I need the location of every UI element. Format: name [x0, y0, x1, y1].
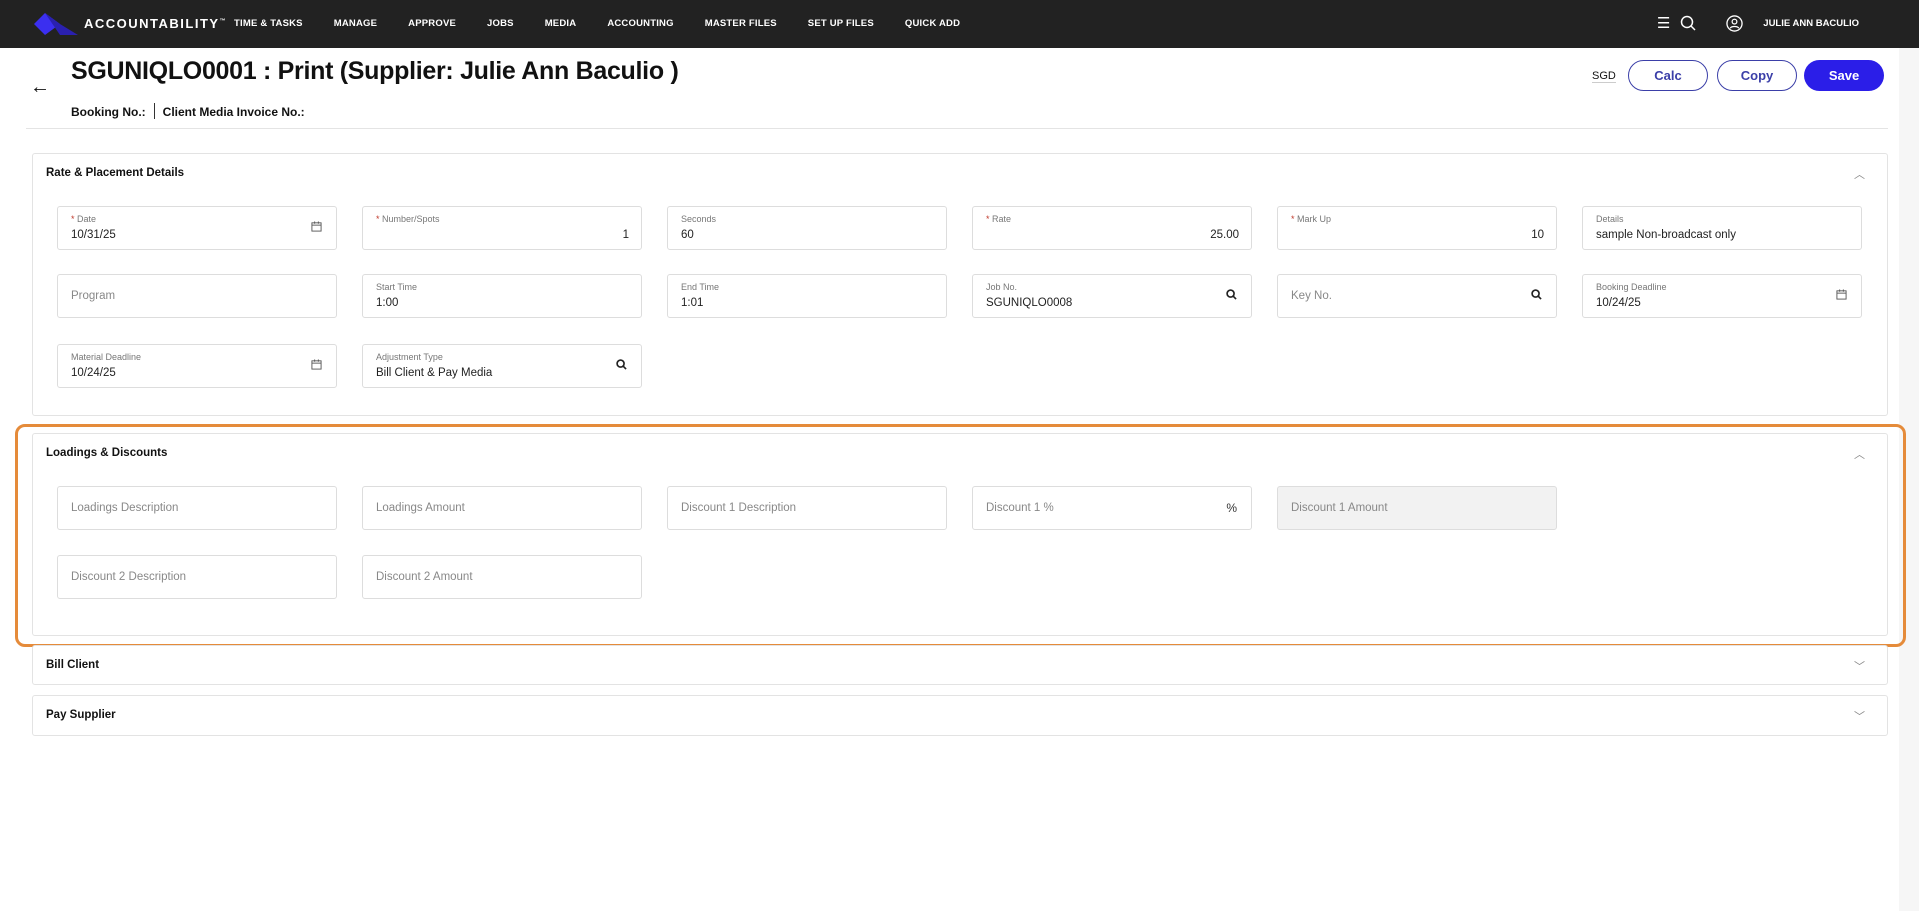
user-avatar-icon[interactable]	[1726, 14, 1743, 32]
calendar-icon[interactable]	[311, 221, 322, 235]
field-label: Material Deadline	[71, 352, 142, 362]
discount-2-description-field[interactable]: Discount 2 Description	[57, 555, 337, 599]
field-label: * Rate	[986, 214, 1012, 224]
number-spots-field[interactable]: * Number/Spots 1	[362, 206, 642, 250]
pay-supplier-section[interactable]: Pay Supplier ﹀	[32, 695, 1888, 736]
currency-label: SGD	[1592, 70, 1616, 83]
field-placeholder: Discount 1 Amount	[1291, 502, 1388, 514]
start-time-field[interactable]: Start Time 1:00	[362, 274, 642, 318]
discount-2-amount-field[interactable]: Discount 2 Amount	[362, 555, 642, 599]
back-arrow-icon[interactable]: ←	[30, 76, 50, 99]
divider	[153, 103, 155, 119]
adjustment-type-field[interactable]: Adjustment Type Bill Client & Pay Media	[362, 344, 642, 388]
highlight-outline	[15, 424, 1906, 647]
field-value: 10/31/25	[71, 229, 116, 241]
field-value: SGUNIQLO0008	[986, 297, 1073, 309]
seconds-field[interactable]: Seconds 60	[667, 206, 947, 250]
field-label: Seconds	[681, 214, 717, 224]
menu-item[interactable]: JOBS	[487, 18, 514, 29]
search-icon[interactable]	[1226, 289, 1237, 303]
brand-name[interactable]: ACCOUNTABILITY™	[84, 16, 227, 31]
menu-item[interactable]: ACCOUNTING	[607, 18, 673, 29]
page-title: SGUNIQLO0001 : Print (Supplier: Julie An…	[71, 57, 679, 85]
menu-item[interactable]: APPROVE	[408, 18, 456, 29]
field-label: Job No.	[986, 282, 1018, 292]
search-icon[interactable]	[616, 359, 627, 373]
details-field[interactable]: Details sample Non-broadcast only	[1582, 206, 1862, 250]
field-value: sample Non-broadcast only	[1596, 229, 1736, 241]
menu-item[interactable]: MANAGE	[334, 18, 377, 29]
chevron-down-icon[interactable]: ﹀	[1854, 708, 1865, 724]
section-title: Bill Client	[46, 659, 100, 671]
field-label: * Date	[71, 214, 97, 224]
field-placeholder: Discount 2 Description	[71, 571, 187, 583]
loadings-description-field[interactable]: Loadings Description	[57, 486, 337, 530]
discount-1-field[interactable]: Discount 1 %%	[972, 486, 1252, 530]
booking-deadline-field[interactable]: Booking Deadline 10/24/25	[1582, 274, 1862, 318]
section-title: Pay Supplier	[46, 709, 116, 721]
field-value: 10/24/25	[1596, 297, 1641, 309]
user-name[interactable]: JULIE ANN BACULIO	[1763, 18, 1859, 29]
material-deadline-field[interactable]: Material Deadline 10/24/25	[57, 344, 337, 388]
field-label: Details	[1596, 214, 1624, 224]
filter-settings-icon[interactable]: ☰	[1657, 14, 1670, 32]
main-menu: TIME & TASKS MANAGE APPROVE JOBS MEDIA ACCOUN…	[234, 18, 991, 29]
field-value: 10/24/25	[71, 367, 116, 379]
end-time-field[interactable]: End Time 1:01	[667, 274, 947, 318]
save-button[interactable]: Save	[1804, 60, 1884, 91]
menu-item[interactable]: MASTER FILES	[705, 18, 777, 29]
chevron-up-icon[interactable]: ︿	[1854, 166, 1865, 182]
key-no-field[interactable]: Key No.	[1277, 274, 1557, 318]
logo-icon[interactable]	[34, 13, 78, 35]
menu-item[interactable]: TIME & TASKS	[234, 18, 303, 29]
field-placeholder: Loadings Amount	[376, 502, 465, 514]
calendar-icon[interactable]	[1836, 289, 1847, 303]
discount-1-description-field[interactable]: Discount 1 Description	[667, 486, 947, 530]
calc-button[interactable]: Calc	[1628, 60, 1708, 91]
field-value: 1:00	[376, 297, 399, 309]
loadings-amount-field[interactable]: Loadings Amount	[362, 486, 642, 530]
menu-item[interactable]: QUICK ADD	[905, 18, 960, 29]
field-placeholder: Key No.	[1291, 290, 1332, 302]
search-icon[interactable]	[1531, 289, 1542, 303]
field-placeholder: Program	[71, 290, 116, 302]
field-placeholder: Loadings Description	[71, 502, 179, 514]
rate-field[interactable]: * Rate 25.00	[972, 206, 1252, 250]
field-value: Bill Client & Pay Media	[376, 367, 493, 379]
client-invoice-label: Client Media Invoice No.:	[162, 105, 305, 119]
field-placeholder: Discount 1 Description	[681, 502, 797, 514]
menu-item[interactable]: SET UP FILES	[808, 18, 874, 29]
field-value: 10	[1531, 229, 1544, 241]
date-field[interactable]: * Date 10/31/25	[57, 206, 337, 250]
discount-1-amount-field: Discount 1 Amount	[1277, 486, 1557, 530]
field-label: * Mark Up	[1291, 214, 1332, 224]
field-label: Start Time	[376, 282, 418, 292]
booking-no-label: Booking No.:	[71, 105, 146, 119]
field-value: 1	[622, 229, 629, 241]
top-nav: ACCOUNTABILITY™ TIME & TASKS MANAGE APPROV…	[0, 0, 1919, 48]
job-no-field[interactable]: Job No. SGUNIQLO0008	[972, 274, 1252, 318]
field-value: 60	[681, 229, 694, 241]
bill-client-section[interactable]: Bill Client ﹀	[32, 645, 1888, 685]
field-value: 1:01	[681, 297, 704, 309]
field-label: End Time	[681, 282, 720, 292]
search-icon[interactable]	[1680, 15, 1696, 31]
mark-up-field[interactable]: * Mark Up 10	[1277, 206, 1557, 250]
field-placeholder: Discount 2 Amount	[376, 571, 473, 583]
field-label: Adjustment Type	[376, 352, 443, 362]
chevron-down-icon[interactable]: ﹀	[1854, 658, 1865, 674]
percent-suffix: %	[1226, 501, 1237, 515]
copy-button[interactable]: Copy	[1717, 60, 1797, 91]
menu-item[interactable]: MEDIA	[545, 18, 577, 29]
field-value: 25.00	[1210, 229, 1239, 241]
field-placeholder: Discount 1 %	[986, 502, 1054, 514]
section-title: Rate & Placement Details	[46, 167, 185, 179]
field-label: Booking Deadline	[1596, 282, 1667, 292]
field-label: * Number/Spots	[376, 214, 440, 224]
divider	[26, 128, 1888, 129]
program-field[interactable]: Program	[57, 274, 337, 318]
calendar-icon[interactable]	[311, 359, 322, 373]
